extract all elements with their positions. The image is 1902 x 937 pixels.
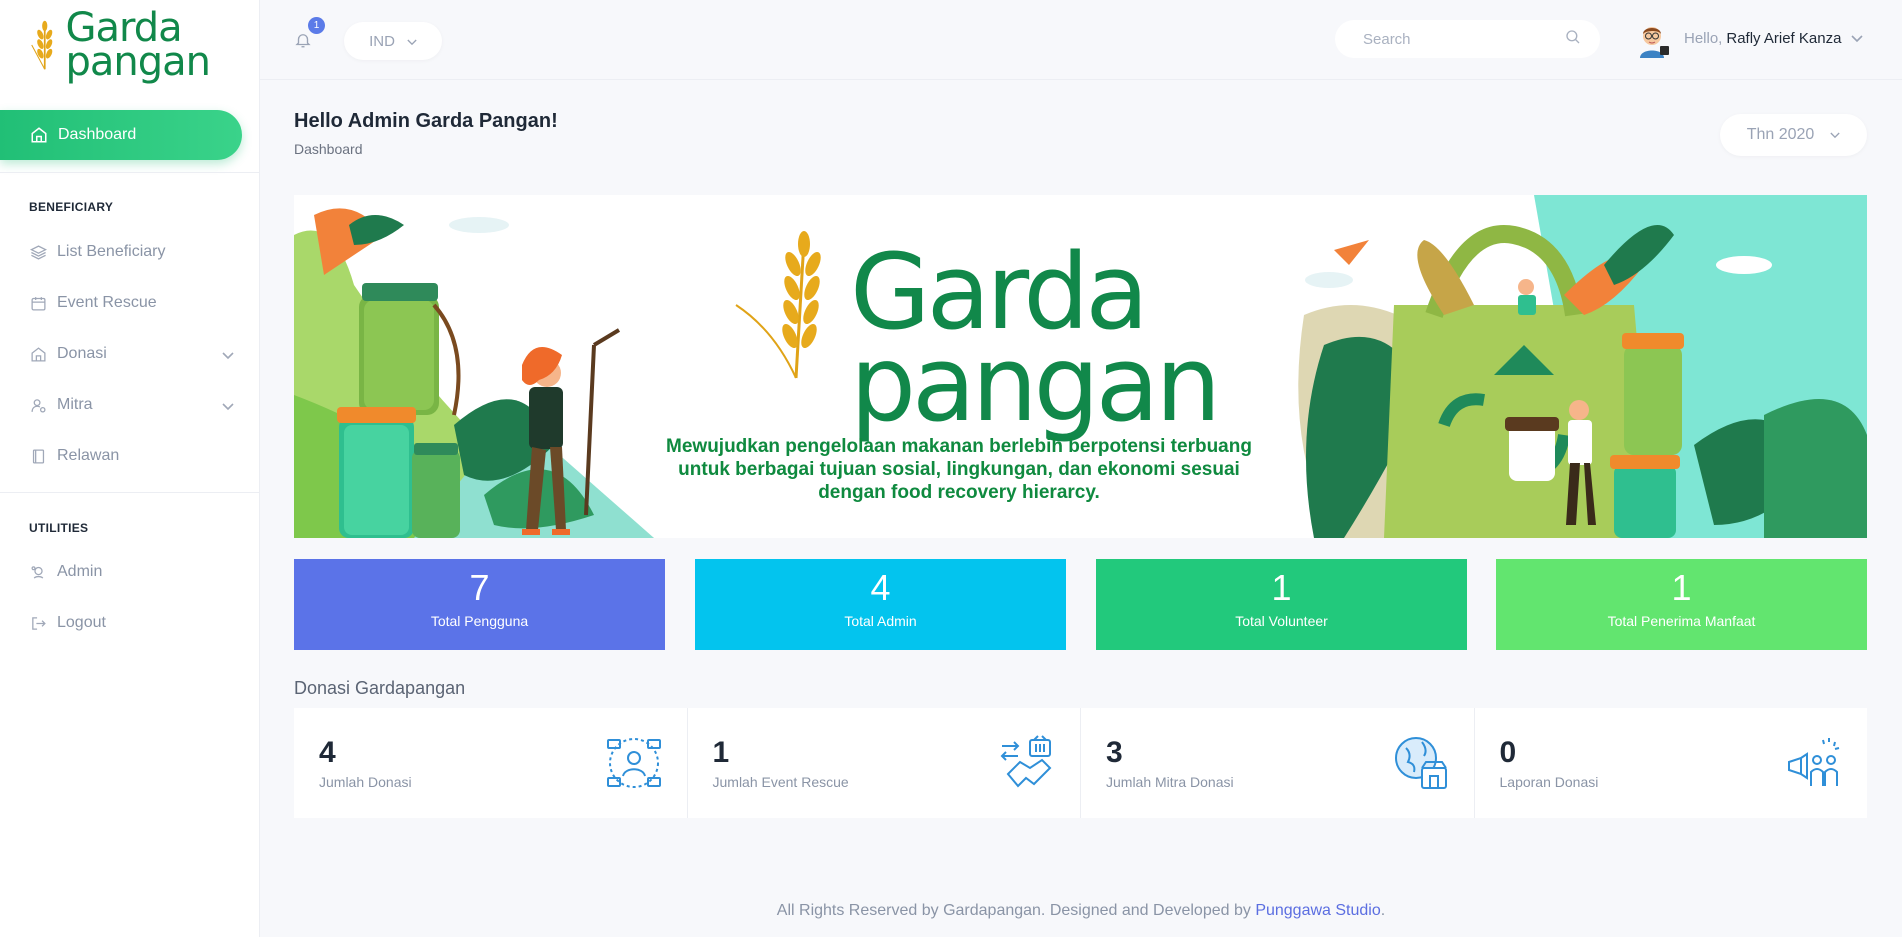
sidebar-item-donasi[interactable]: Donasi [29, 339, 234, 369]
footer-studio-link[interactable]: Punggawa Studio [1255, 902, 1380, 919]
brand-logo-line2: pangan [65, 39, 211, 85]
sidebar-item-admin[interactable]: Admin [29, 557, 234, 587]
chevron-down-icon [222, 347, 234, 365]
banner-logo: Garda pangan [734, 230, 1221, 445]
sidebar-item-dashboard[interactable]: Dashboard [0, 110, 242, 160]
stat-value: 1 [1271, 567, 1292, 608]
chevron-down-icon [407, 33, 417, 50]
search-input[interactable] [1363, 30, 1564, 48]
card-value: 0 [1499, 736, 1517, 769]
stat-label: Total Admin [844, 613, 917, 629]
book-icon [29, 447, 47, 465]
home-icon [29, 345, 47, 363]
sidebar-divider [0, 172, 260, 173]
section-title-beneficiary: BENEFICIARY [29, 200, 114, 214]
stat-label: Total Penerima Manfaat [1607, 613, 1756, 629]
banner-logo-text: Garda pangan [850, 240, 1221, 445]
logout-icon [29, 614, 47, 632]
sidebar-item-event-rescue[interactable]: Event Rescue [29, 288, 234, 318]
stat-total-pengguna[interactable]: 7 Total Pengguna [294, 559, 665, 650]
stat-total-volunteer[interactable]: 1 Total Volunteer [1096, 559, 1467, 650]
stat-label: Total Volunteer [1235, 613, 1328, 629]
year-select[interactable]: Thn 2020 [1720, 114, 1867, 156]
banner-logo-line2: pangan [850, 323, 1221, 445]
user-gear-icon [29, 396, 47, 414]
sidebar-item-label: Logout [57, 614, 106, 631]
banner-tagline-line2: untuk berbagai tujuan sosial, lingkungan… [678, 459, 1240, 480]
language-select[interactable]: IND [344, 22, 442, 60]
sidebar-item-label: Mitra [57, 396, 93, 413]
home-icon [30, 126, 48, 144]
breadcrumb[interactable]: Dashboard [294, 141, 363, 157]
card-label: Jumlah Event Rescue [712, 774, 849, 790]
stat-total-admin[interactable]: 4 Total Admin [695, 559, 1066, 650]
avatar[interactable] [1632, 20, 1672, 60]
banner-tagline-line3: dengan food recovery hierarcy. [818, 482, 1100, 503]
topbar: 1 IND Hello, Rafly Arief Kanza [260, 0, 1902, 80]
card-value: 1 [712, 736, 730, 769]
handshake-basket-icon [1000, 735, 1052, 788]
layers-icon [29, 243, 47, 261]
donasi-cards: 4 Jumlah Donasi 1 Jumlah Event Rescue 3 … [294, 708, 1867, 818]
stat-value: 4 [870, 567, 891, 608]
chevron-down-icon [1851, 30, 1863, 47]
stat-label: Total Pengguna [430, 613, 529, 629]
card-label: Laporan Donasi [1499, 774, 1599, 790]
bell-icon[interactable] [294, 30, 312, 55]
donor-basket-icon [606, 738, 661, 788]
wheat-icon [31, 20, 53, 70]
sidebar-item-label: List Beneficiary [57, 243, 166, 260]
greeting-text: Hello, [1684, 30, 1723, 47]
sidebar-item-list-beneficiary[interactable]: List Beneficiary [29, 237, 234, 267]
sidebar-item-mitra[interactable]: Mitra [29, 390, 234, 420]
sidebar-item-label: Event Rescue [57, 294, 157, 311]
card-label: Jumlah Donasi [319, 774, 412, 790]
stat-value: 1 [1671, 567, 1692, 608]
sidebar-item-logout[interactable]: Logout [29, 608, 234, 638]
search-box [1335, 20, 1600, 58]
brand-logo-text: Garda pangan [65, 8, 211, 85]
user-menu[interactable]: Hello, Rafly Arief Kanza [1684, 30, 1863, 47]
sidebar: Garda pangan Dashboard BENEFICIARY List … [0, 0, 260, 937]
footer-text: All Rights Reserved by Gardapangan. Desi… [776, 902, 1251, 919]
card-label: Jumlah Mitra Donasi [1106, 774, 1234, 790]
year-value: Thn 2020 [1746, 126, 1815, 143]
search-icon[interactable] [1564, 28, 1582, 51]
megaphone-people-icon [1788, 738, 1840, 786]
sidebar-divider [0, 492, 260, 493]
language-value: IND [369, 32, 395, 50]
banner-tagline-line1: Mewujudkan pengelolaan makanan berlebih … [666, 436, 1252, 457]
user-name: Rafly Arief Kanza [1726, 30, 1842, 47]
stat-total-penerima-manfaat[interactable]: 1 Total Penerima Manfaat [1496, 559, 1867, 650]
chevron-down-icon [1830, 126, 1840, 144]
user-cog-icon [29, 563, 47, 581]
sidebar-item-relawan[interactable]: Relawan [29, 441, 234, 471]
card-value: 3 [1106, 736, 1123, 769]
chevron-down-icon [222, 398, 234, 416]
brand-logo[interactable]: Garda pangan [30, 8, 211, 85]
card-jumlah-event-rescue[interactable]: 1 Jumlah Event Rescue [688, 708, 1081, 818]
card-value: 4 [319, 736, 336, 769]
wheat-icon [735, 231, 821, 379]
notification-badge: 1 [308, 17, 325, 34]
footer-end: . [1380, 902, 1386, 919]
footer: All Rights Reserved by Gardapangan. Desi… [260, 902, 1902, 920]
sidebar-item-label: Admin [57, 563, 103, 580]
calendar-icon [29, 294, 47, 312]
sidebar-item-label: Relawan [57, 447, 120, 464]
hero-banner: Garda pangan Mewujudkan pengelolaan maka… [294, 195, 1867, 538]
section-title-utilities: UTILITIES [29, 521, 89, 535]
globe-store-icon [1394, 737, 1447, 789]
page-title: Hello Admin Garda Pangan! [294, 110, 558, 132]
card-jumlah-donasi[interactable]: 4 Jumlah Donasi [294, 708, 688, 818]
sidebar-item-label: Dashboard [58, 126, 137, 143]
stat-value: 7 [469, 567, 490, 608]
sidebar-item-label: Donasi [57, 345, 107, 362]
card-jumlah-mitra-donasi[interactable]: 3 Jumlah Mitra Donasi [1081, 708, 1475, 818]
card-laporan-donasi[interactable]: 0 Laporan Donasi [1475, 708, 1868, 818]
banner-tagline: Mewujudkan pengelolaan makanan berlebih … [634, 435, 1284, 504]
section-title-donasi: Donasi Gardapangan [294, 678, 466, 698]
